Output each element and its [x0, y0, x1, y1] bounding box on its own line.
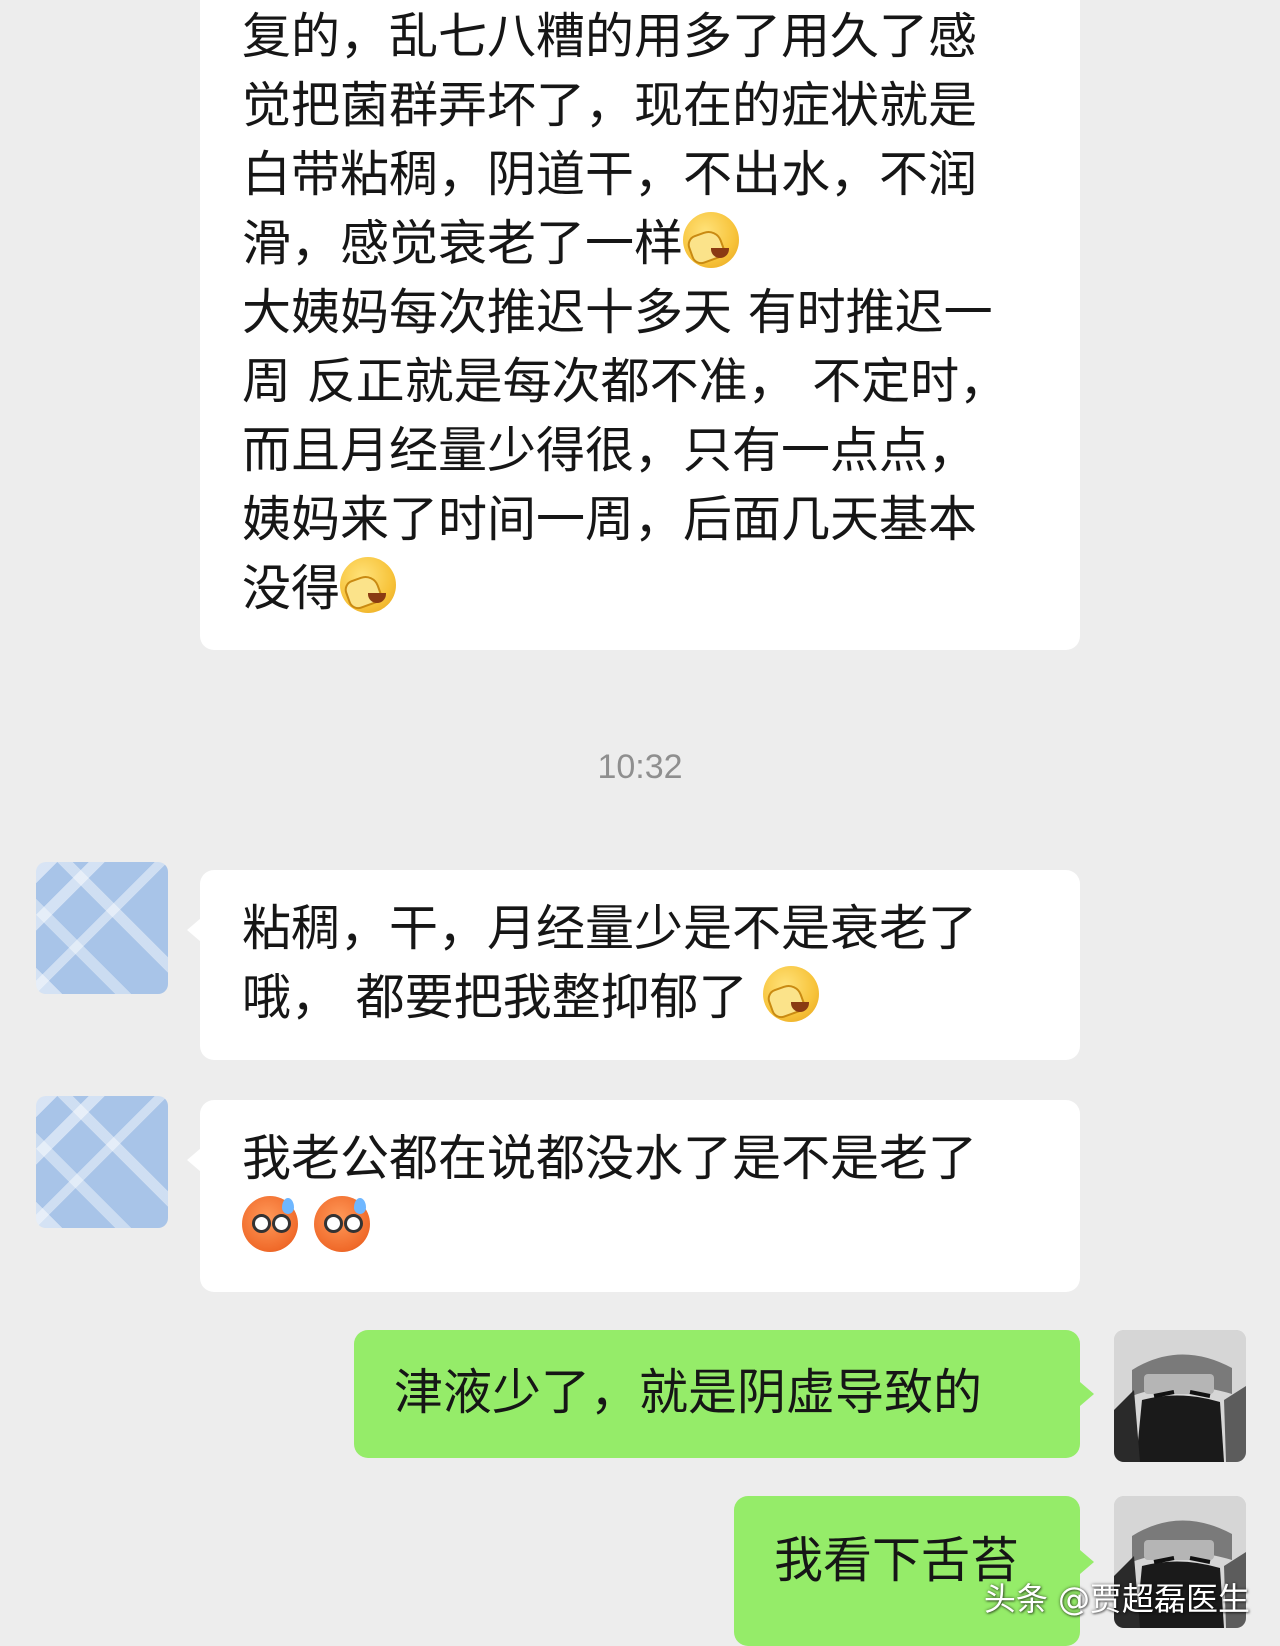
message-line: 白带粘稠，阴道干，不出水，不润 [242, 146, 978, 203]
contact-avatar[interactable] [36, 1096, 168, 1228]
message-bubble-outgoing[interactable]: 津液少了，就是阴虚导致的 [354, 1330, 1080, 1458]
message-line: 大姨妈每次推迟十多天 有时推迟一 [242, 284, 993, 341]
contact-avatar[interactable] [36, 862, 168, 994]
message-bubble-outgoing[interactable]: 我看下舌苔 [734, 1496, 1080, 1646]
message-bubble-incoming[interactable]: 复的，乱七八糟的用多了用久了感 觉把菌群弄坏了，现在的症状就是 白带粘稠，阴道干… [200, 0, 1080, 650]
bubble-tail [1080, 1550, 1094, 1574]
sweat-face-emoji-icon [313, 1196, 370, 1252]
message-line: 姨妈来了时间一周，后面几天基本 [242, 491, 978, 548]
message-line: 觉把菌群弄坏了，现在的症状就是 [242, 77, 978, 134]
bubble-tail [1080, 1382, 1094, 1406]
message-line: 复的，乱七八糟的用多了用久了感 [242, 8, 978, 65]
message-line: 我老公都在说都没水了是不是老了 [242, 1130, 978, 1187]
ninja-avatar-icon [1114, 1330, 1246, 1462]
message-bubble-incoming[interactable]: 我老公都在说都没水了是不是老了 [200, 1100, 1080, 1292]
facepalm-emoji-icon [340, 557, 397, 613]
message-bubble-incoming[interactable]: 粘稠，干，月经量少是不是衰老了 哦， 都要把我整抑郁了 [200, 870, 1080, 1060]
message-line [242, 1193, 1080, 1262]
message-line: 而且月经量少得很，只有一点点， [242, 422, 978, 479]
watermark-text: 头条 @贾超磊医生 [983, 1580, 1250, 1618]
message-line: 滑，感觉衰老了一样 [242, 209, 1080, 278]
message-line: 没得 [242, 554, 1080, 623]
facepalm-emoji-icon [683, 212, 740, 268]
message-line: 津液少了，就是阴虚导致的 [394, 1364, 983, 1421]
bubble-tail [187, 1148, 201, 1172]
bubble-tail [187, 918, 201, 942]
message-line: 周 反正就是每次都不准， 不定时， [242, 353, 1009, 410]
facepalm-emoji-icon [763, 966, 820, 1022]
message-timestamp: 10:32 [597, 748, 683, 786]
my-avatar[interactable] [1114, 1330, 1246, 1462]
message-line: 粘稠，干，月经量少是不是衰老了 [242, 900, 978, 957]
sweat-face-emoji-icon [242, 1196, 298, 1252]
message-line: 哦， 都要把我整抑郁了 [242, 963, 1080, 1032]
